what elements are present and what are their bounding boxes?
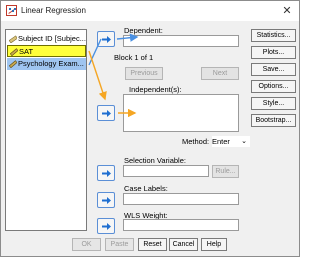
- options-button[interactable]: Options...: [251, 80, 296, 93]
- independents-list[interactable]: [123, 94, 239, 132]
- save-button[interactable]: Save...: [251, 63, 296, 76]
- pencil-scale-icon: [10, 48, 18, 56]
- chevron-down-icon: ⌄: [241, 138, 247, 145]
- move-to-case-labels-button[interactable]: [97, 192, 115, 208]
- variable-label: Subject ID [Subjec...: [18, 34, 86, 43]
- method-select[interactable]: Enter ⌄: [212, 136, 250, 147]
- case-labels-field[interactable]: [123, 193, 239, 205]
- bootstrap-button[interactable]: Bootstrap...: [251, 114, 296, 127]
- linear-regression-dialog: Linear Regression ✕ Subject ID [Subjec..…: [0, 0, 300, 257]
- variable-label: Psychology Exam...: [18, 59, 84, 68]
- help-button[interactable]: Help: [201, 238, 227, 251]
- variable-list[interactable]: Subject ID [Subjec... SAT Psychology Exa…: [5, 29, 87, 231]
- selection-variable-field[interactable]: [123, 165, 209, 177]
- reset-button[interactable]: Reset: [138, 238, 167, 251]
- plots-button[interactable]: Plots...: [251, 46, 296, 59]
- window-title: Linear Regression: [21, 6, 86, 15]
- previous-block-button[interactable]: Previous: [125, 67, 163, 80]
- close-icon[interactable]: ✕: [279, 3, 295, 19]
- right-arrow-icon: [102, 110, 111, 117]
- statistics-button[interactable]: Statistics...: [251, 29, 296, 42]
- variable-item-psychology-exam[interactable]: Psychology Exam...: [7, 58, 86, 70]
- selection-variable-label: Selection Variable:: [124, 156, 186, 165]
- ruler-scale-icon: [9, 35, 17, 43]
- case-labels-label: Case Labels:: [124, 184, 168, 193]
- annotation-arrow-sat-to-independents: [88, 50, 107, 101]
- dependent-field[interactable]: [123, 35, 239, 47]
- paste-button[interactable]: Paste: [105, 238, 134, 251]
- ok-button[interactable]: OK: [72, 238, 101, 251]
- pencil-scale-icon: [9, 60, 17, 68]
- variable-item-subject-id[interactable]: Subject ID [Subjec...: [7, 33, 86, 45]
- cancel-button[interactable]: Cancel: [169, 238, 198, 251]
- independents-label: Independent(s):: [129, 85, 182, 94]
- style-button[interactable]: Style...: [251, 97, 296, 110]
- move-to-independents-button[interactable]: [97, 105, 115, 121]
- next-block-button[interactable]: Next: [201, 67, 239, 80]
- right-arrow-icon: [102, 223, 111, 230]
- move-to-selection-variable-button[interactable]: [97, 165, 115, 181]
- right-arrow-icon: [102, 170, 111, 177]
- variable-item-sat[interactable]: SAT: [7, 45, 86, 57]
- method-label: Method:: [182, 137, 210, 146]
- wls-weight-field[interactable]: [123, 219, 239, 231]
- rule-button[interactable]: Rule...: [212, 165, 239, 178]
- title-bar: Linear Regression ✕: [1, 1, 299, 21]
- right-arrow-icon: [102, 36, 111, 43]
- dependent-label: Dependent:: [124, 26, 163, 35]
- move-to-wls-weight-button[interactable]: [97, 218, 115, 234]
- chart-app-icon: [6, 5, 17, 16]
- variable-label: SAT: [19, 47, 34, 56]
- move-to-dependent-button[interactable]: [97, 31, 115, 47]
- right-arrow-icon: [102, 197, 111, 204]
- block-label: Block 1 of 1: [114, 53, 154, 62]
- method-selected-value: Enter: [212, 137, 230, 146]
